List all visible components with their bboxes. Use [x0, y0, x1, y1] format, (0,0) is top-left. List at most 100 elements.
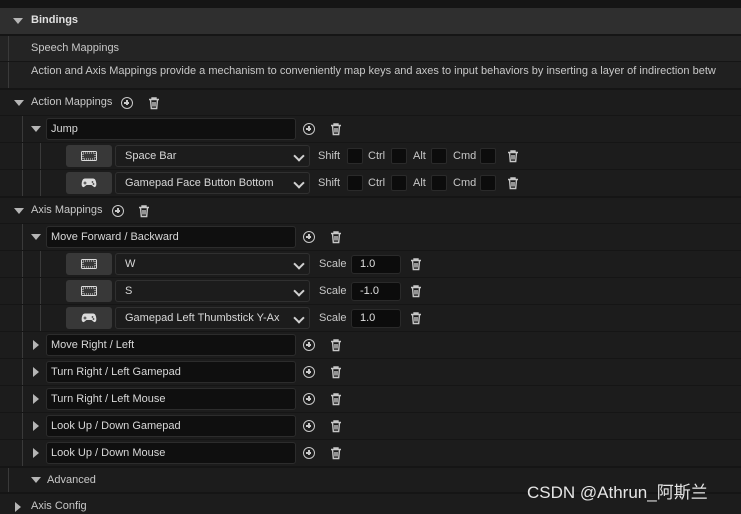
axis-name-field[interactable]: Look Up / Down Mouse: [46, 442, 296, 464]
scale-label: Scale: [319, 258, 347, 270]
delete-axis-icon[interactable]: [329, 338, 343, 352]
axis-group-row: Turn Right / Left Gamepad: [0, 359, 741, 385]
axis-group-move-forward: Move Forward / Backward: [0, 224, 741, 250]
chevron-down-icon: [293, 312, 305, 324]
key-name: Space Bar: [125, 150, 177, 162]
delete-key-icon[interactable]: [409, 257, 423, 271]
chevron-down-icon: [293, 177, 305, 189]
add-action-mapping-icon[interactable]: [121, 97, 133, 109]
collapse-arrow-icon[interactable]: [13, 18, 23, 24]
axis-name-field[interactable]: Look Up / Down Gamepad: [46, 415, 296, 437]
key-name: S: [125, 285, 133, 297]
collapse-arrow-icon[interactable]: [14, 100, 24, 106]
key-name: W: [125, 258, 136, 270]
advanced-label: Advanced: [47, 474, 96, 486]
axis-mappings-header: Axis Mappings: [0, 198, 741, 223]
add-key-icon[interactable]: [303, 447, 315, 459]
axis-name-field[interactable]: Turn Right / Left Mouse: [46, 388, 296, 410]
delete-key-icon[interactable]: [506, 149, 520, 163]
axis-group-row: Look Up / Down Gamepad: [0, 413, 741, 439]
shift-checkbox[interactable]: [347, 175, 363, 191]
gamepad-icon: [81, 313, 97, 323]
delete-axis-icon[interactable]: [329, 365, 343, 379]
axis-name-field[interactable]: Move Forward / Backward: [46, 226, 296, 248]
device-selector-button[interactable]: [66, 172, 112, 194]
speech-mappings-label: Speech Mappings: [31, 42, 120, 54]
delete-key-icon[interactable]: [409, 311, 423, 325]
expand-arrow-icon[interactable]: [33, 340, 39, 350]
add-key-icon[interactable]: [303, 123, 315, 135]
cmd-checkbox[interactable]: [480, 148, 496, 164]
collapse-arrow-icon[interactable]: [31, 234, 41, 240]
action-key-row: Space Bar Shift Ctrl Alt Cmd: [0, 143, 741, 169]
axis-key-row: S Scale -1.0: [0, 278, 741, 304]
scale-input[interactable]: -1.0: [351, 282, 401, 301]
axis-group-row: Turn Right / Left Mouse: [0, 386, 741, 412]
bindings-description: Action and Axis Mappings provide a mecha…: [31, 65, 716, 77]
collapse-arrow-icon[interactable]: [31, 126, 41, 132]
axis-name-field[interactable]: Move Right / Left: [46, 334, 296, 356]
expand-arrow-icon[interactable]: [33, 367, 39, 377]
collapse-arrow-icon[interactable]: [31, 477, 41, 483]
delete-key-icon[interactable]: [506, 176, 520, 190]
action-key-row: Gamepad Face Button Bottom Shift Ctrl Al…: [0, 170, 741, 196]
key-selector[interactable]: S: [115, 280, 310, 302]
ctrl-checkbox[interactable]: [391, 148, 407, 164]
gamepad-icon: [81, 178, 97, 188]
cmd-label: Cmd: [453, 177, 477, 189]
alt-label: Alt: [413, 150, 426, 162]
delete-key-icon[interactable]: [409, 284, 423, 298]
key-selector[interactable]: Gamepad Face Button Bottom: [115, 172, 310, 194]
add-key-icon[interactable]: [303, 339, 315, 351]
delete-action-icon[interactable]: [329, 122, 343, 136]
axis-key-row: Gamepad Left Thumbstick Y-Ax Scale 1.0: [0, 305, 741, 331]
add-key-icon[interactable]: [303, 366, 315, 378]
expand-arrow-icon[interactable]: [33, 421, 39, 431]
key-name: Gamepad Left Thumbstick Y-Ax: [125, 312, 280, 324]
alt-checkbox[interactable]: [431, 175, 447, 191]
add-key-icon[interactable]: [303, 231, 315, 243]
bindings-category-header[interactable]: Bindings: [0, 8, 741, 34]
alt-label: Alt: [413, 177, 426, 189]
shift-label: Shift: [318, 177, 341, 189]
watermark-text: CSDN @Athrun_阿斯兰: [527, 483, 708, 502]
shift-label: Shift: [318, 150, 341, 162]
axis-key-row: W Scale 1.0: [0, 251, 741, 277]
scale-input[interactable]: 1.0: [351, 309, 401, 328]
device-selector-button[interactable]: [66, 307, 112, 329]
description-row: Action and Axis Mappings provide a mecha…: [0, 62, 741, 88]
device-selector-button[interactable]: [66, 253, 112, 275]
ctrl-label: Ctrl: [368, 150, 386, 162]
key-selector[interactable]: Gamepad Left Thumbstick Y-Ax: [115, 307, 310, 329]
expand-arrow-icon[interactable]: [33, 394, 39, 404]
add-key-icon[interactable]: [303, 420, 315, 432]
action-mappings-header: Action Mappings: [0, 90, 741, 115]
add-axis-mapping-icon[interactable]: [112, 205, 124, 217]
delete-axis-icon[interactable]: [329, 446, 343, 460]
device-selector-button[interactable]: [66, 145, 112, 167]
alt-checkbox[interactable]: [431, 148, 447, 164]
collapse-arrow-icon[interactable]: [14, 208, 24, 214]
cmd-checkbox[interactable]: [480, 175, 496, 191]
add-key-icon[interactable]: [303, 393, 315, 405]
delete-all-axes-icon[interactable]: [137, 204, 151, 218]
scale-input[interactable]: 1.0: [351, 255, 401, 274]
ctrl-checkbox[interactable]: [391, 175, 407, 191]
axis-mappings-label: Axis Mappings: [31, 204, 103, 216]
delete-axis-icon[interactable]: [329, 230, 343, 244]
axis-config-label: Axis Config: [31, 500, 87, 512]
expand-arrow-icon[interactable]: [33, 448, 39, 458]
section-title: Bindings: [31, 14, 79, 26]
key-selector[interactable]: W: [115, 253, 310, 275]
delete-axis-icon[interactable]: [329, 419, 343, 433]
chevron-down-icon: [293, 285, 305, 297]
action-name-field[interactable]: Jump: [46, 118, 296, 140]
axis-name-field[interactable]: Turn Right / Left Gamepad: [46, 361, 296, 383]
device-selector-button[interactable]: [66, 280, 112, 302]
delete-all-actions-icon[interactable]: [147, 96, 161, 110]
shift-checkbox[interactable]: [347, 148, 363, 164]
key-selector[interactable]: Space Bar: [115, 145, 310, 167]
delete-axis-icon[interactable]: [329, 392, 343, 406]
speech-mappings-row[interactable]: Speech Mappings: [0, 36, 741, 61]
expand-arrow-icon[interactable]: [15, 502, 21, 512]
